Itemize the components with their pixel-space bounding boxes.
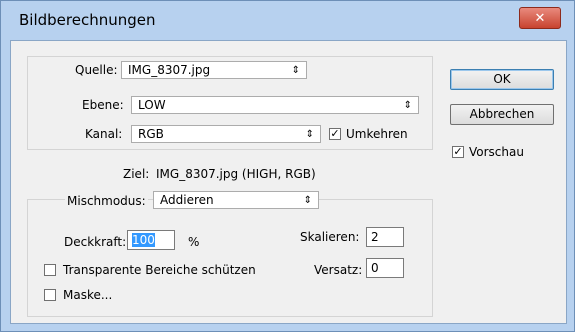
scale-label: Skalieren: <box>300 230 360 244</box>
opacity-value: 100 <box>132 233 155 247</box>
close-icon: ✕ <box>534 10 546 26</box>
dropdown-arrow-icon: ⇕ <box>403 100 412 111</box>
dropdown-arrow-icon: ⇕ <box>305 129 314 140</box>
offset-label: Versatz: <box>314 263 363 277</box>
dialog-title: Bildberechnungen <box>19 11 156 29</box>
channel-value: RGB <box>138 127 164 141</box>
dropdown-arrow-icon: ⇕ <box>303 195 312 206</box>
blend-mode-select[interactable]: Addieren ⇕ <box>153 191 319 209</box>
cancel-button-label: Abbrechen <box>469 107 535 121</box>
source-select[interactable]: IMG_8307.jpg ⇕ <box>121 61 307 79</box>
invert-checkbox[interactable]: ✓ <box>329 128 341 140</box>
ok-button[interactable]: OK <box>450 69 554 90</box>
mask-checkbox[interactable] <box>44 289 56 301</box>
blend-mode-value: Addieren <box>160 193 214 207</box>
offset-input[interactable]: 0 <box>366 258 404 278</box>
ok-button-label: OK <box>493 72 511 86</box>
blend-mode-label: Mischmodus: <box>65 194 148 208</box>
preserve-transparency-label: Transparente Bereiche schützen <box>63 263 256 277</box>
target-value: IMG_8307.jpg (HIGH, RGB) <box>156 167 316 181</box>
dialog-body: Quelle: IMG_8307.jpg ⇕ Ebene: LOW ⇕ Kana… <box>10 40 567 324</box>
preview-checkbox[interactable]: ✓ <box>452 146 464 158</box>
check-icon: ✓ <box>453 145 463 158</box>
check-icon: ✓ <box>330 127 340 140</box>
layer-label: Ebene: <box>82 98 124 112</box>
opacity-input[interactable]: 100 <box>127 230 175 250</box>
channel-select[interactable]: RGB ⇕ <box>131 125 321 143</box>
scale-input[interactable]: 2 <box>366 227 404 247</box>
preserve-transparency-checkbox[interactable] <box>44 264 56 276</box>
close-button[interactable]: ✕ <box>519 7 561 29</box>
channel-label: Kanal: <box>85 127 123 141</box>
opacity-label: Deckkraft: <box>64 235 127 249</box>
target-label: Ziel: <box>123 167 150 181</box>
cancel-button[interactable]: Abbrechen <box>450 104 554 125</box>
layer-value: LOW <box>138 98 166 112</box>
source-value: IMG_8307.jpg <box>128 63 211 77</box>
offset-value: 0 <box>371 261 379 275</box>
scale-value: 2 <box>371 230 379 244</box>
dropdown-arrow-icon: ⇕ <box>291 65 300 76</box>
source-label: Quelle: <box>75 63 118 77</box>
mask-label: Maske... <box>63 288 113 302</box>
layer-select[interactable]: LOW ⇕ <box>131 96 419 114</box>
opacity-unit: % <box>188 235 200 249</box>
dialog-window: Bildberechnungen ✕ Quelle: IMG_8307.jpg … <box>0 0 575 332</box>
invert-label: Umkehren <box>346 127 408 141</box>
preview-label: Vorschau <box>469 145 524 159</box>
